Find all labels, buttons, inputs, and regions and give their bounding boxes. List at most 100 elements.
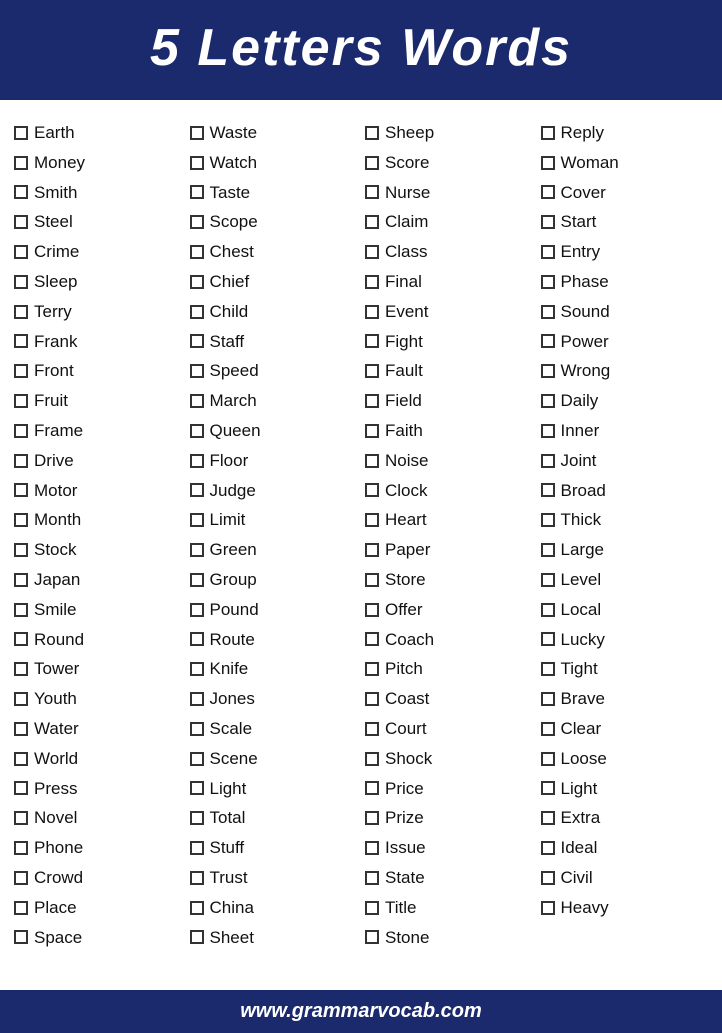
checkbox-icon[interactable] [541, 245, 555, 259]
checkbox-icon[interactable] [190, 394, 204, 408]
checkbox-icon[interactable] [14, 692, 28, 706]
checkbox-icon[interactable] [190, 692, 204, 706]
checkbox-icon[interactable] [190, 364, 204, 378]
checkbox-icon[interactable] [14, 841, 28, 855]
checkbox-icon[interactable] [541, 454, 555, 468]
checkbox-icon[interactable] [541, 781, 555, 795]
checkbox-icon[interactable] [190, 573, 204, 587]
checkbox-icon[interactable] [541, 305, 555, 319]
checkbox-icon[interactable] [541, 156, 555, 170]
checkbox-icon[interactable] [541, 841, 555, 855]
checkbox-icon[interactable] [365, 662, 379, 676]
checkbox-icon[interactable] [365, 454, 379, 468]
checkbox-icon[interactable] [541, 424, 555, 438]
checkbox-icon[interactable] [365, 275, 379, 289]
checkbox-icon[interactable] [541, 483, 555, 497]
checkbox-icon[interactable] [14, 632, 28, 646]
checkbox-icon[interactable] [365, 841, 379, 855]
checkbox-icon[interactable] [190, 424, 204, 438]
checkbox-icon[interactable] [365, 156, 379, 170]
checkbox-icon[interactable] [365, 811, 379, 825]
checkbox-icon[interactable] [541, 334, 555, 348]
checkbox-icon[interactable] [14, 483, 28, 497]
checkbox-icon[interactable] [365, 901, 379, 915]
checkbox-icon[interactable] [190, 275, 204, 289]
checkbox-icon[interactable] [365, 424, 379, 438]
checkbox-icon[interactable] [365, 543, 379, 557]
checkbox-icon[interactable] [541, 871, 555, 885]
checkbox-icon[interactable] [541, 722, 555, 736]
checkbox-icon[interactable] [190, 543, 204, 557]
checkbox-icon[interactable] [541, 603, 555, 617]
checkbox-icon[interactable] [14, 722, 28, 736]
checkbox-icon[interactable] [541, 126, 555, 140]
checkbox-icon[interactable] [541, 692, 555, 706]
checkbox-icon[interactable] [541, 662, 555, 676]
checkbox-icon[interactable] [190, 126, 204, 140]
checkbox-icon[interactable] [190, 245, 204, 259]
checkbox-icon[interactable] [365, 185, 379, 199]
checkbox-icon[interactable] [190, 781, 204, 795]
checkbox-icon[interactable] [190, 156, 204, 170]
checkbox-icon[interactable] [14, 603, 28, 617]
checkbox-icon[interactable] [365, 334, 379, 348]
checkbox-icon[interactable] [365, 126, 379, 140]
checkbox-icon[interactable] [190, 930, 204, 944]
checkbox-icon[interactable] [190, 752, 204, 766]
checkbox-icon[interactable] [14, 424, 28, 438]
checkbox-icon[interactable] [14, 543, 28, 557]
checkbox-icon[interactable] [365, 573, 379, 587]
checkbox-icon[interactable] [14, 930, 28, 944]
checkbox-icon[interactable] [365, 364, 379, 378]
checkbox-icon[interactable] [14, 126, 28, 140]
checkbox-icon[interactable] [365, 632, 379, 646]
checkbox-icon[interactable] [365, 752, 379, 766]
checkbox-icon[interactable] [190, 483, 204, 497]
checkbox-icon[interactable] [14, 871, 28, 885]
checkbox-icon[interactable] [14, 781, 28, 795]
checkbox-icon[interactable] [541, 573, 555, 587]
checkbox-icon[interactable] [365, 513, 379, 527]
checkbox-icon[interactable] [14, 573, 28, 587]
checkbox-icon[interactable] [14, 752, 28, 766]
checkbox-icon[interactable] [190, 513, 204, 527]
checkbox-icon[interactable] [365, 305, 379, 319]
checkbox-icon[interactable] [14, 394, 28, 408]
checkbox-icon[interactable] [190, 334, 204, 348]
checkbox-icon[interactable] [365, 245, 379, 259]
checkbox-icon[interactable] [14, 901, 28, 915]
checkbox-icon[interactable] [14, 185, 28, 199]
checkbox-icon[interactable] [14, 364, 28, 378]
checkbox-icon[interactable] [190, 185, 204, 199]
checkbox-icon[interactable] [541, 185, 555, 199]
checkbox-icon[interactable] [365, 603, 379, 617]
checkbox-icon[interactable] [14, 513, 28, 527]
checkbox-icon[interactable] [14, 156, 28, 170]
checkbox-icon[interactable] [190, 305, 204, 319]
checkbox-icon[interactable] [190, 722, 204, 736]
checkbox-icon[interactable] [541, 811, 555, 825]
checkbox-icon[interactable] [190, 662, 204, 676]
checkbox-icon[interactable] [14, 334, 28, 348]
checkbox-icon[interactable] [541, 543, 555, 557]
checkbox-icon[interactable] [190, 841, 204, 855]
checkbox-icon[interactable] [541, 632, 555, 646]
checkbox-icon[interactable] [365, 930, 379, 944]
checkbox-icon[interactable] [365, 692, 379, 706]
checkbox-icon[interactable] [541, 364, 555, 378]
checkbox-icon[interactable] [541, 752, 555, 766]
checkbox-icon[interactable] [541, 901, 555, 915]
checkbox-icon[interactable] [365, 483, 379, 497]
checkbox-icon[interactable] [190, 454, 204, 468]
checkbox-icon[interactable] [190, 811, 204, 825]
checkbox-icon[interactable] [14, 662, 28, 676]
checkbox-icon[interactable] [190, 871, 204, 885]
checkbox-icon[interactable] [190, 603, 204, 617]
checkbox-icon[interactable] [365, 215, 379, 229]
checkbox-icon[interactable] [541, 394, 555, 408]
checkbox-icon[interactable] [365, 722, 379, 736]
checkbox-icon[interactable] [14, 811, 28, 825]
checkbox-icon[interactable] [541, 513, 555, 527]
checkbox-icon[interactable] [190, 215, 204, 229]
checkbox-icon[interactable] [190, 901, 204, 915]
